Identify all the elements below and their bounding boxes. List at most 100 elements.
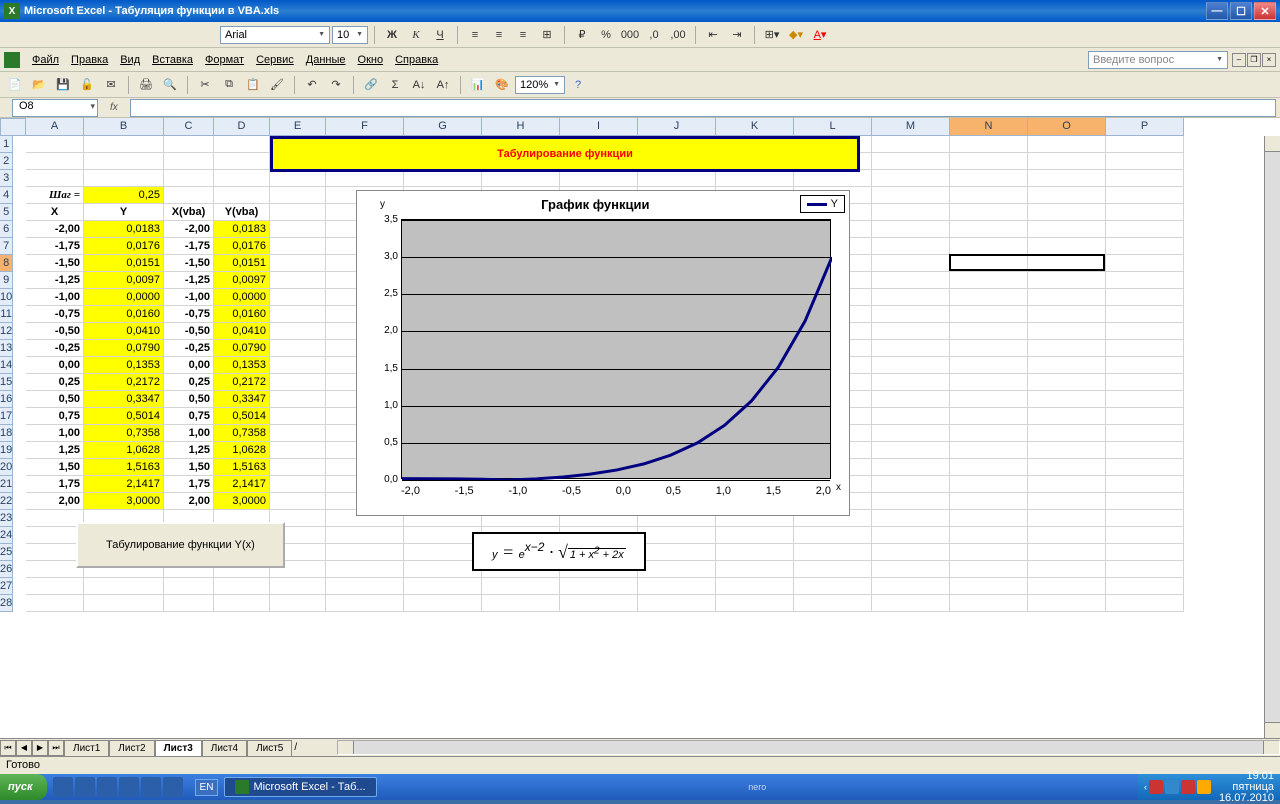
cell-N26[interactable]: [950, 561, 1028, 578]
cell-E6[interactable]: [270, 221, 326, 238]
menu-Сервис[interactable]: Сервис: [250, 52, 300, 68]
align-right-button[interactable]: ≡: [512, 24, 534, 46]
mdi-restore-button[interactable]: ❐: [1247, 53, 1261, 67]
nero-widget[interactable]: nero: [377, 782, 1138, 792]
merge-button[interactable]: ⊞: [536, 24, 558, 46]
menu-Вид[interactable]: Вид: [114, 52, 146, 68]
cell-M16[interactable]: [872, 391, 950, 408]
permission-button[interactable]: 🔓: [76, 74, 98, 96]
cell-P27[interactable]: [1106, 578, 1184, 595]
cell-M3[interactable]: [872, 170, 950, 187]
cell-A2[interactable]: [26, 153, 84, 170]
maximize-button[interactable]: ☐: [1230, 2, 1252, 20]
autosum-button[interactable]: Σ: [384, 74, 406, 96]
column-header-A[interactable]: A: [26, 118, 84, 136]
cell-M23[interactable]: [872, 510, 950, 527]
help-search-box[interactable]: Введите вопрос ▼: [1088, 51, 1228, 69]
row-header-27[interactable]: 27: [0, 578, 13, 595]
menu-Вставка[interactable]: Вставка: [146, 52, 199, 68]
column-header-C[interactable]: C: [164, 118, 214, 136]
row-header-28[interactable]: 28: [0, 595, 13, 612]
cell-D4[interactable]: [214, 187, 270, 204]
cell-P3[interactable]: [1106, 170, 1184, 187]
cell-M8[interactable]: [872, 255, 950, 272]
row-header-20[interactable]: 20: [0, 459, 13, 476]
underline-button[interactable]: Ч: [429, 24, 451, 46]
cell-P18[interactable]: [1106, 425, 1184, 442]
cell-L26[interactable]: [794, 561, 872, 578]
workbook-icon[interactable]: [4, 52, 20, 68]
cell-B16[interactable]: 0,3347: [84, 391, 164, 408]
cell-P25[interactable]: [1106, 544, 1184, 561]
cell-C21[interactable]: 1,75: [164, 476, 214, 493]
cell-I3[interactable]: [560, 170, 638, 187]
cell-C13[interactable]: -0,25: [164, 340, 214, 357]
cell-N13[interactable]: [950, 340, 1028, 357]
cell-M18[interactable]: [872, 425, 950, 442]
cell-N9[interactable]: [950, 272, 1028, 289]
cell-D22[interactable]: 3,0000: [214, 493, 270, 510]
cell-E19[interactable]: [270, 442, 326, 459]
cell-D5[interactable]: Y(vba): [214, 204, 270, 221]
cell-B21[interactable]: 2,1417: [84, 476, 164, 493]
cell-E17[interactable]: [270, 408, 326, 425]
cell-K24[interactable]: [716, 527, 794, 544]
row-header-6[interactable]: 6: [0, 221, 13, 238]
cell-A12[interactable]: -0,50: [26, 323, 84, 340]
cell-N14[interactable]: [950, 357, 1028, 374]
cell-A3[interactable]: [26, 170, 84, 187]
cell-C16[interactable]: 0,50: [164, 391, 214, 408]
percent-button[interactable]: %: [595, 24, 617, 46]
cell-N5[interactable]: [950, 204, 1028, 221]
cell-A11[interactable]: -0,75: [26, 306, 84, 323]
cell-B3[interactable]: [84, 170, 164, 187]
cell-O2[interactable]: [1028, 153, 1106, 170]
new-button[interactable]: 📄: [4, 74, 26, 96]
row-header-3[interactable]: 3: [0, 170, 13, 187]
cell-A28[interactable]: [26, 595, 84, 612]
taskbar-item-excel[interactable]: Microsoft Excel - Таб...: [224, 777, 376, 797]
cell-A18[interactable]: 1,00: [26, 425, 84, 442]
cell-D3[interactable]: [214, 170, 270, 187]
cell-A22[interactable]: 2,00: [26, 493, 84, 510]
cell-P28[interactable]: [1106, 595, 1184, 612]
column-header-D[interactable]: D: [214, 118, 270, 136]
cell-C17[interactable]: 0,75: [164, 408, 214, 425]
cell-M7[interactable]: [872, 238, 950, 255]
row-header-16[interactable]: 16: [0, 391, 13, 408]
tab-nav-next[interactable]: ▶: [32, 740, 48, 756]
row-header-15[interactable]: 15: [0, 374, 13, 391]
cell-L28[interactable]: [794, 595, 872, 612]
cell-P4[interactable]: [1106, 187, 1184, 204]
sheet-tab-Лист5[interactable]: Лист5: [247, 740, 292, 756]
cell-A19[interactable]: 1,25: [26, 442, 84, 459]
cell-N4[interactable]: [950, 187, 1028, 204]
cell-P10[interactable]: [1106, 289, 1184, 306]
cell-D8[interactable]: 0,0151: [214, 255, 270, 272]
cell-O27[interactable]: [1028, 578, 1106, 595]
tab-nav-first[interactable]: ⏮: [0, 740, 16, 756]
cell-D28[interactable]: [214, 595, 270, 612]
cell-L24[interactable]: [794, 527, 872, 544]
cell-N11[interactable]: [950, 306, 1028, 323]
redo-button[interactable]: ↷: [325, 74, 347, 96]
cell-P5[interactable]: [1106, 204, 1184, 221]
cell-N18[interactable]: [950, 425, 1028, 442]
font-name-selector[interactable]: Arial ▼: [220, 26, 330, 44]
cell-D7[interactable]: 0,0176: [214, 238, 270, 255]
sort-desc-button[interactable]: A↑: [432, 74, 454, 96]
cell-D1[interactable]: [214, 136, 270, 153]
cell-D17[interactable]: 0,5014: [214, 408, 270, 425]
cell-P24[interactable]: [1106, 527, 1184, 544]
cell-A10[interactable]: -1,00: [26, 289, 84, 306]
cell-B19[interactable]: 1,0628: [84, 442, 164, 459]
cell-G3[interactable]: [404, 170, 482, 187]
cell-E20[interactable]: [270, 459, 326, 476]
cell-B9[interactable]: 0,0097: [84, 272, 164, 289]
cell-D2[interactable]: [214, 153, 270, 170]
currency-button[interactable]: ₽: [571, 24, 593, 46]
cell-M2[interactable]: [872, 153, 950, 170]
cell-B10[interactable]: 0,0000: [84, 289, 164, 306]
cell-G27[interactable]: [404, 578, 482, 595]
paste-button[interactable]: 📋: [242, 74, 264, 96]
